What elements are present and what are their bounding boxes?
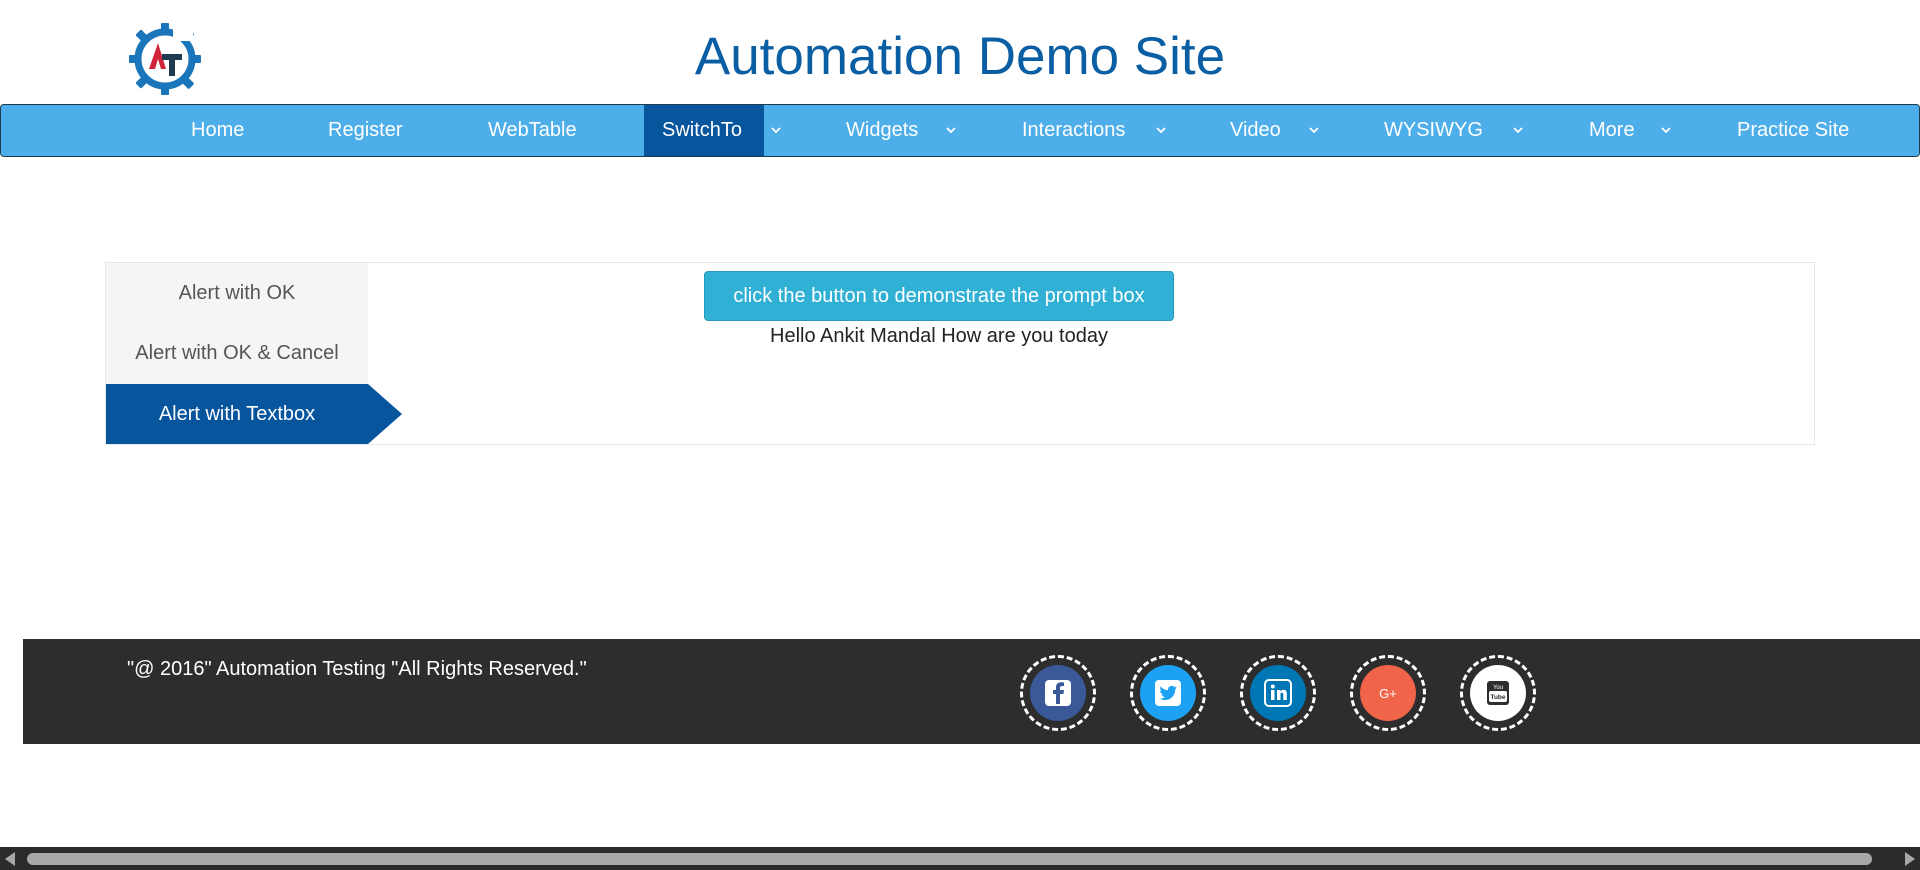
nav-interactions[interactable]: Interactions: [1022, 105, 1125, 156]
chevron-down-icon[interactable]: [1511, 123, 1525, 137]
nav-switchto[interactable]: SwitchTo: [644, 105, 764, 156]
nav-label: Video: [1230, 119, 1281, 141]
linkedin-icon: [1264, 679, 1292, 707]
nav-register[interactable]: Register: [328, 105, 402, 156]
google-plus-icon: G+: [1379, 686, 1397, 701]
chevron-down-icon[interactable]: [1659, 123, 1673, 137]
svg-text:You: You: [1493, 685, 1503, 691]
tab-label: Alert with OK: [178, 281, 296, 304]
youtube-icon: You Tube: [1487, 681, 1509, 705]
chevron-down-icon[interactable]: [1307, 123, 1321, 137]
youtube-link[interactable]: You Tube: [1460, 655, 1536, 731]
chevron-down-icon[interactable]: [769, 123, 783, 137]
prompt-box-button[interactable]: click the button to demonstrate the prom…: [704, 271, 1174, 321]
nav-webtable[interactable]: WebTable: [488, 105, 577, 156]
copyright-text: "@ 2016" Automation Testing "All Rights …: [127, 658, 587, 680]
google-plus-link[interactable]: G+: [1350, 655, 1426, 731]
site-title: Automation Demo Site: [694, 27, 1226, 86]
tab-alert-with-ok[interactable]: Alert with OK: [106, 263, 368, 323]
facebook-icon: [1045, 680, 1071, 706]
main-navbar: Home Register WebTable SwitchTo Widgets …: [0, 104, 1920, 157]
svg-text:Tube: Tube: [1490, 694, 1505, 701]
nav-practice-site[interactable]: Practice Site: [1737, 105, 1849, 156]
chevron-down-icon[interactable]: [944, 123, 958, 137]
nav-label: Widgets: [846, 119, 919, 141]
facebook-link[interactable]: [1020, 655, 1096, 731]
prompt-result-text: Hello Ankit Mandal How are you today: [770, 325, 1108, 347]
chevron-down-icon[interactable]: [1154, 123, 1168, 137]
tab-label: Alert with OK & Cancel: [135, 341, 339, 364]
nav-video[interactable]: Video: [1230, 105, 1281, 156]
nav-label: Practice Site: [1737, 119, 1850, 141]
linkedin-link[interactable]: [1240, 655, 1316, 731]
twitter-icon: [1155, 680, 1181, 706]
nav-label: SwitchTo: [662, 119, 743, 141]
svg-text:G+: G+: [1379, 686, 1397, 701]
scroll-right-arrow-icon[interactable]: [1905, 852, 1915, 866]
nav-label: More: [1589, 119, 1635, 141]
nav-label: WebTable: [488, 119, 577, 141]
nav-label: Home: [191, 119, 245, 141]
nav-label: Interactions: [1022, 119, 1126, 141]
tab-alert-with-textbox[interactable]: Alert with Textbox: [106, 384, 368, 444]
nav-widgets[interactable]: Widgets: [846, 105, 918, 156]
active-tab-arrow: [368, 384, 402, 444]
scrollbar-thumb[interactable]: [27, 853, 1872, 865]
nav-wysiwyg[interactable]: WYSIWYG: [1384, 105, 1483, 156]
footer: "@ 2016" Automation Testing "All Rights …: [23, 639, 1920, 744]
tab-alert-with-ok-cancel[interactable]: Alert with OK & Cancel: [106, 323, 368, 383]
nav-label: WYSIWYG: [1384, 119, 1483, 141]
scroll-left-arrow-icon[interactable]: [5, 852, 15, 866]
tab-list: Alert with OK Alert with OK & Cancel Ale…: [106, 263, 368, 444]
twitter-link[interactable]: [1130, 655, 1206, 731]
nav-label: Register: [328, 119, 403, 141]
nav-home[interactable]: Home: [191, 105, 244, 156]
nav-more[interactable]: More: [1589, 105, 1635, 156]
tab-label: Alert with Textbox: [158, 402, 316, 425]
horizontal-scrollbar[interactable]: [0, 847, 1920, 870]
